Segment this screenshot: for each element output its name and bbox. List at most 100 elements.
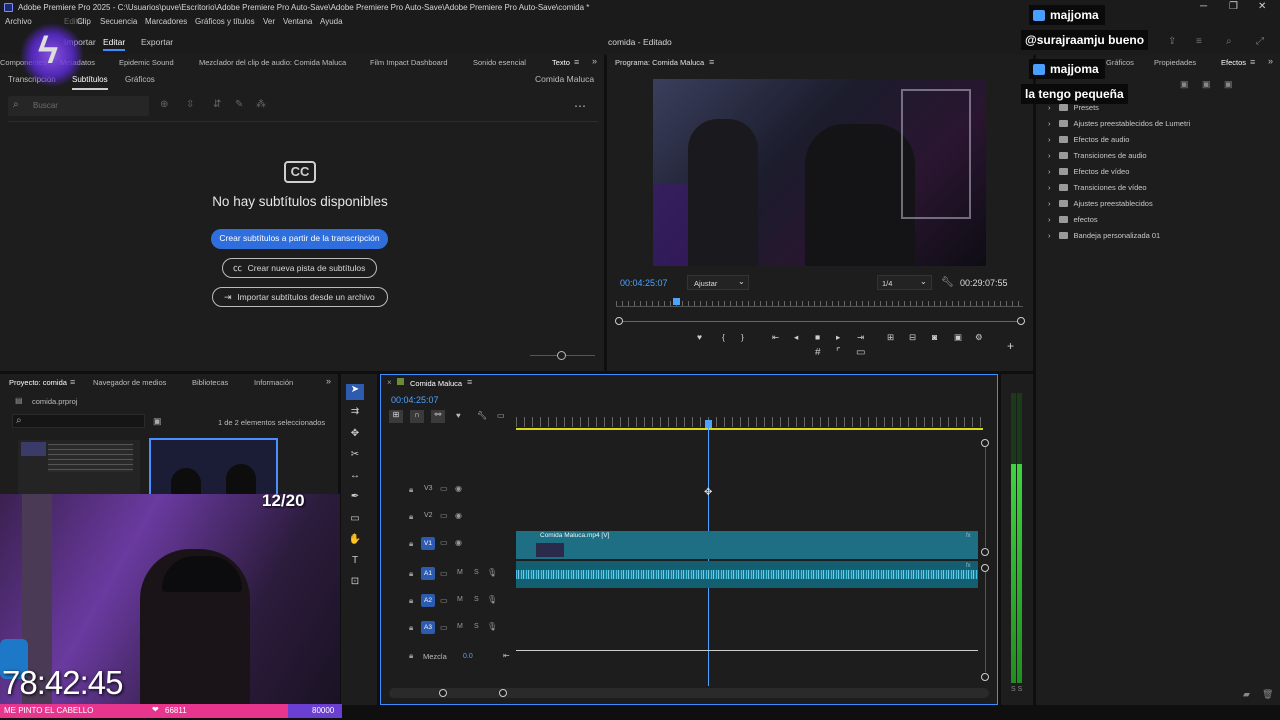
menu-clip[interactable]: Clip xyxy=(77,17,91,26)
translate-icon[interactable]: ⁂ xyxy=(256,99,266,110)
project-search[interactable]: ⌕ xyxy=(12,414,145,428)
lock-icon[interactable]: 🔒︎ xyxy=(409,539,413,549)
marker-icon[interactable]: ♥ xyxy=(697,332,702,342)
type-icon[interactable]: T xyxy=(346,555,364,571)
scroll-bar[interactable] xyxy=(619,321,1021,322)
caption-tool-icon[interactable]: ⊡ xyxy=(346,576,364,592)
search-field[interactable]: ⌕ Buscar xyxy=(8,96,149,116)
menu-secuencia[interactable]: Secuencia xyxy=(100,17,137,26)
h-scroll-handle-right[interactable] xyxy=(499,689,507,697)
h-scroll-handle-left[interactable] xyxy=(439,689,447,697)
tab-editar[interactable]: Editar xyxy=(103,37,126,51)
minimize-icon[interactable]: ─ xyxy=(1200,1,1207,12)
mark-out-icon[interactable]: } xyxy=(741,332,744,342)
mix-value[interactable]: 0.0 xyxy=(463,653,473,660)
audio-clip[interactable]: fx xyxy=(516,561,978,588)
wrench-icon[interactable]: 🔧︎ xyxy=(477,411,487,420)
track-select-icon[interactable]: ⇉ xyxy=(346,406,364,422)
lock-icon[interactable]: 🔒︎ xyxy=(409,485,413,495)
mic-icon[interactable]: 🎙︎ xyxy=(487,595,497,604)
tab-sonido-esencial[interactable]: Sonido esencial xyxy=(473,58,526,67)
solo-button[interactable]: S xyxy=(474,569,479,576)
fx-item[interactable]: › Efectos de vídeo xyxy=(1048,167,1129,176)
sync-icon[interactable]: ▭ xyxy=(440,596,448,605)
menu-graficos[interactable]: Gráficos y títulos xyxy=(195,17,255,26)
go-to-in-icon[interactable]: ⇤ xyxy=(772,332,779,343)
extract-icon[interactable]: ⊟ xyxy=(909,332,916,343)
go-to-out-icon[interactable]: ⇥ xyxy=(857,332,864,343)
step-back-icon[interactable]: ◂ xyxy=(794,332,798,343)
panel-menu-icon[interactable]: ≡ xyxy=(574,57,579,67)
bin-icon[interactable]: ▣ xyxy=(153,416,162,427)
add-icon[interactable]: ⊕ xyxy=(160,99,168,110)
track-label[interactable]: A1 xyxy=(421,567,435,580)
track-label[interactable]: A2 xyxy=(421,594,435,607)
hand-icon[interactable]: ✋ xyxy=(346,534,364,550)
timeline-playhead-head[interactable] xyxy=(705,420,712,428)
mute-button[interactable]: M xyxy=(457,569,463,576)
more-icon[interactable]: ⋯ xyxy=(574,99,586,113)
a-scroll-handle[interactable] xyxy=(981,673,989,681)
timeline-tab[interactable]: Comida Maluca xyxy=(410,379,462,388)
search-icon[interactable]: ⌕ xyxy=(1226,36,1232,47)
project-thumbnail-1[interactable] xyxy=(18,440,140,499)
razor-icon[interactable]: ✂ xyxy=(346,449,364,465)
sync-icon[interactable]: ▭ xyxy=(440,538,448,547)
grid-icon[interactable]: # xyxy=(815,347,821,358)
tab-texto[interactable]: Texto xyxy=(552,58,570,67)
eye-icon[interactable]: ◉ xyxy=(455,538,462,547)
tab-navegador[interactable]: Navegador de medios xyxy=(93,378,166,387)
fx-item[interactable]: › Ajustes preestablecidos xyxy=(1048,199,1153,208)
tab-audio-mixer[interactable]: Mezclador del clip de audio: Comida Malu… xyxy=(199,58,346,67)
new-caption-track-button[interactable]: ㏄ Crear nueva pista de subtítulos xyxy=(222,258,377,278)
split-icon[interactable]: ⇵ xyxy=(213,99,221,110)
yuv-icon[interactable]: ▣ xyxy=(1224,79,1233,90)
fx-item[interactable]: › Transiciones de vídeo xyxy=(1048,183,1147,192)
sync-icon[interactable]: ▭ xyxy=(440,484,448,493)
project-thumbnail-2[interactable] xyxy=(149,438,278,499)
close-icon[interactable]: ✕ xyxy=(1258,1,1266,12)
lock-icon[interactable]: 🔒︎ xyxy=(409,596,413,606)
safe-margin-icon[interactable]: ⌜ xyxy=(836,347,841,358)
ripple-edit-icon[interactable]: ✥ xyxy=(346,428,364,444)
scroll-handle-right[interactable] xyxy=(1017,317,1025,325)
track-label[interactable]: V1 xyxy=(421,537,435,550)
tab-bibliotecas[interactable]: Bibliotecas xyxy=(192,378,228,387)
step-forward-icon[interactable]: ▸ xyxy=(836,332,840,343)
import-captions-button[interactable]: ⇥ Importar subtítulos desde un archivo xyxy=(212,287,388,307)
solo-button[interactable]: S xyxy=(474,623,479,630)
panel-menu-icon[interactable]: ≡ xyxy=(709,57,714,67)
lock-icon[interactable]: 🔒︎ xyxy=(409,623,413,633)
menu-ver[interactable]: Ver xyxy=(263,17,275,26)
linked-select-icon[interactable]: ⚯ xyxy=(431,410,445,423)
tab-propiedades[interactable]: Propiedades xyxy=(1154,58,1196,67)
lift-icon[interactable]: ⊞ xyxy=(887,332,894,343)
menu-icon[interactable]: ≡ xyxy=(1196,36,1202,47)
panel-menu-icon[interactable]: ≡ xyxy=(467,377,472,387)
subtab-graficos[interactable]: Gráficos xyxy=(125,75,155,84)
panel-menu-icon[interactable]: ≡ xyxy=(1250,57,1255,67)
mic-icon[interactable]: 🎙︎ xyxy=(487,568,497,577)
compare-icon[interactable]: ▣ xyxy=(954,332,962,343)
tab-epidemic-sound[interactable]: Epidemic Sound xyxy=(119,58,174,67)
v-scroll-handle[interactable] xyxy=(981,548,989,556)
scroll-handle-left[interactable] xyxy=(615,317,623,325)
subtab-subtitulos[interactable]: Subtítulos xyxy=(72,75,108,90)
overlay-icon[interactable]: ▭ xyxy=(856,347,865,358)
close-tab-icon[interactable]: × xyxy=(387,378,392,387)
tab-informacion[interactable]: Información xyxy=(254,378,293,387)
tab-film-impact[interactable]: Film Impact Dashboard xyxy=(370,58,448,67)
menu-ayuda[interactable]: Ayuda xyxy=(320,17,343,26)
fit-dropdown[interactable]: Ajustar ⌄ xyxy=(687,275,749,290)
maximize-icon[interactable]: ❐ xyxy=(1229,1,1238,12)
32bit-icon[interactable]: ▣ xyxy=(1202,79,1211,90)
selection-tool-icon[interactable]: ➤ xyxy=(346,384,364,400)
a-scroll-handle[interactable] xyxy=(981,564,989,572)
sync-icon[interactable]: ▭ xyxy=(440,511,448,520)
pencil-icon[interactable]: ✎ xyxy=(235,99,243,110)
eye-icon[interactable]: ◉ xyxy=(455,511,462,520)
nest-icon[interactable]: ⊞ xyxy=(389,410,403,423)
v-scroll-track[interactable] xyxy=(985,447,986,547)
a-scroll-track[interactable] xyxy=(985,572,986,672)
tab-efectos[interactable]: Efectos xyxy=(1221,58,1246,67)
